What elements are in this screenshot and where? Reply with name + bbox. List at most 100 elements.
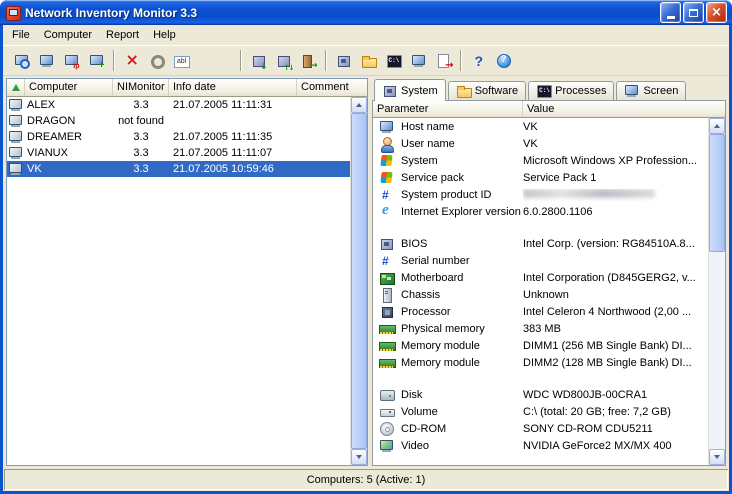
- computer-row-dragon[interactable]: DRAGONnot found: [7, 113, 350, 129]
- scroll-up-button[interactable]: [709, 118, 725, 134]
- chip-button[interactable]: [331, 48, 356, 73]
- computer-icon: [8, 113, 24, 129]
- memory-icon: [379, 355, 395, 371]
- details-row[interactable]: Memory moduleDIMM1 (256 MB Single Bank) …: [373, 337, 708, 354]
- chip-icon: [382, 83, 398, 99]
- details-row[interactable]: Serial number: [373, 252, 708, 269]
- nimonitor-version: not found: [113, 113, 169, 129]
- details-row[interactable]: Host nameVK: [373, 118, 708, 135]
- scroll-track[interactable]: [709, 134, 725, 449]
- tab-software[interactable]: Software: [448, 81, 526, 100]
- details-row[interactable]: Physical memory383 MB: [373, 320, 708, 337]
- scroll-up-button[interactable]: [351, 97, 367, 113]
- details-row[interactable]: Internet Explorer version6.0.2800.1106: [373, 203, 708, 220]
- help-button[interactable]: [466, 48, 491, 73]
- delete-button[interactable]: [119, 48, 144, 73]
- details-row[interactable]: Service packService Pack 1: [373, 169, 708, 186]
- comment: [297, 113, 350, 129]
- chip-sync-button[interactable]: [271, 48, 296, 73]
- details-row[interactable]: ProcessorIntel Celeron 4 Northwood (2,00…: [373, 303, 708, 320]
- parameter-name: Disk: [401, 389, 523, 401]
- parameter-value: Microsoft Windows XP Profession...: [523, 155, 708, 167]
- column-header-computer[interactable]: Computer: [25, 79, 113, 96]
- details-row[interactable]: MotherboardIntel Corporation (D845GERG2,…: [373, 269, 708, 286]
- sort-column-header[interactable]: [7, 79, 25, 96]
- computer-row-icon-cell: [7, 145, 25, 161]
- scroll-track[interactable]: [351, 113, 367, 449]
- details-row[interactable]: Memory moduleDIMM2 (128 MB Single Bank) …: [373, 354, 708, 371]
- toolbar-separator: [113, 50, 115, 71]
- parameter-name: Memory module: [401, 340, 523, 352]
- help-icon: [471, 53, 487, 69]
- details-row[interactable]: VideoNVIDIA GeForce2 MX/MX 400: [373, 437, 708, 454]
- tab-processes[interactable]: Processes: [528, 81, 614, 100]
- parameter-value: NVIDIA GeForce2 MX/MX 400: [523, 440, 708, 452]
- computer-name: VIANUX: [25, 145, 113, 161]
- menu-file[interactable]: File: [5, 27, 37, 43]
- door-button[interactable]: [296, 48, 321, 73]
- folder-button[interactable]: [356, 48, 381, 73]
- details-row[interactable]: User nameVK: [373, 135, 708, 152]
- web-help-icon: [496, 53, 512, 69]
- details-body: Host nameVKUser nameVKSystemMicrosoft Wi…: [373, 118, 708, 465]
- gear-icon: [149, 53, 165, 69]
- parameter-value: WDC WD800JB-00CRA1: [523, 389, 708, 401]
- maximize-button[interactable]: [683, 2, 704, 23]
- parameter-value: DIMM1 (256 MB Single Bank) DI...: [523, 340, 708, 352]
- scroll-thumb[interactable]: [709, 134, 725, 252]
- details-row[interactable]: ChassisUnknown: [373, 286, 708, 303]
- scroll-thumb[interactable]: [351, 113, 367, 449]
- column-header-comment[interactable]: Comment: [297, 79, 367, 96]
- tab-system[interactable]: System: [374, 79, 446, 101]
- column-header-info-date[interactable]: Info date: [169, 79, 297, 96]
- rename-button[interactable]: [169, 48, 194, 73]
- computer-icon: [8, 129, 24, 145]
- details-row[interactable]: CD-ROMSONY CD-ROM CDU5211: [373, 420, 708, 437]
- details-row[interactable]: BIOSIntel Corp. (version: RG84510A.8...: [373, 235, 708, 252]
- disk-icon: [379, 387, 395, 403]
- menu-computer[interactable]: Computer: [37, 27, 99, 43]
- details-row[interactable]: VolumeC:\ (total: 20 GB; free: 7,2 GB): [373, 403, 708, 420]
- computer-row-alex[interactable]: ALEX3.321.07.2005 11:11:31: [7, 97, 350, 113]
- computer-button[interactable]: [34, 48, 59, 73]
- computer-add-button[interactable]: [84, 48, 109, 73]
- memory-icon: [379, 338, 395, 354]
- column-header-parameter[interactable]: Parameter: [373, 101, 523, 117]
- details-row[interactable]: System product ID: [373, 186, 708, 203]
- web-help-button[interactable]: [491, 48, 516, 73]
- computer-ip-button[interactable]: [59, 48, 84, 73]
- parameter-name: Serial number: [401, 255, 523, 267]
- parameter-value: C:\ (total: 20 GB; free: 7,2 GB): [523, 406, 708, 418]
- title-bar: Network Inventory Monitor 3.3 ×: [0, 0, 732, 25]
- column-header-value[interactable]: Value: [523, 101, 725, 117]
- chip-get-button[interactable]: [246, 48, 271, 73]
- parameter-name: Internet Explorer version: [401, 206, 523, 218]
- cpu-icon: [379, 304, 395, 320]
- menu-help[interactable]: Help: [146, 27, 183, 43]
- tab-label: Software: [475, 85, 518, 97]
- scroll-down-button[interactable]: [709, 449, 725, 465]
- door-icon: [301, 53, 317, 69]
- export-button[interactable]: [431, 48, 456, 73]
- computer-row-vk[interactable]: VK3.321.07.2005 10:59:46: [7, 161, 350, 177]
- info-date: 21.07.2005 11:11:07: [169, 145, 297, 161]
- computers-search-button[interactable]: [9, 48, 34, 73]
- menu-report[interactable]: Report: [99, 27, 146, 43]
- console-button[interactable]: [381, 48, 406, 73]
- export-icon: [436, 53, 452, 69]
- tab-bar: System Software ProcessesScreen: [372, 78, 726, 100]
- scroll-down-button[interactable]: [351, 449, 367, 465]
- minimize-button[interactable]: [660, 2, 681, 23]
- gear-button[interactable]: [144, 48, 169, 73]
- screen-button[interactable]: [406, 48, 431, 73]
- column-header-nimonitor[interactable]: NIMonitor: [113, 79, 169, 96]
- close-button[interactable]: ×: [706, 2, 727, 23]
- chip-icon: [379, 236, 395, 252]
- details-row[interactable]: DiskWDC WD800JB-00CRA1: [373, 386, 708, 403]
- details-row[interactable]: SystemMicrosoft Windows XP Profession...: [373, 152, 708, 169]
- tab-screen[interactable]: Screen: [616, 81, 686, 100]
- computer-row-dreamer[interactable]: DREAMER3.321.07.2005 11:11:35: [7, 129, 350, 145]
- parameter-value: 6.0.2800.1106: [523, 206, 708, 218]
- folder-icon: [456, 83, 472, 99]
- computer-row-vianux[interactable]: VIANUX3.321.07.2005 11:11:07: [7, 145, 350, 161]
